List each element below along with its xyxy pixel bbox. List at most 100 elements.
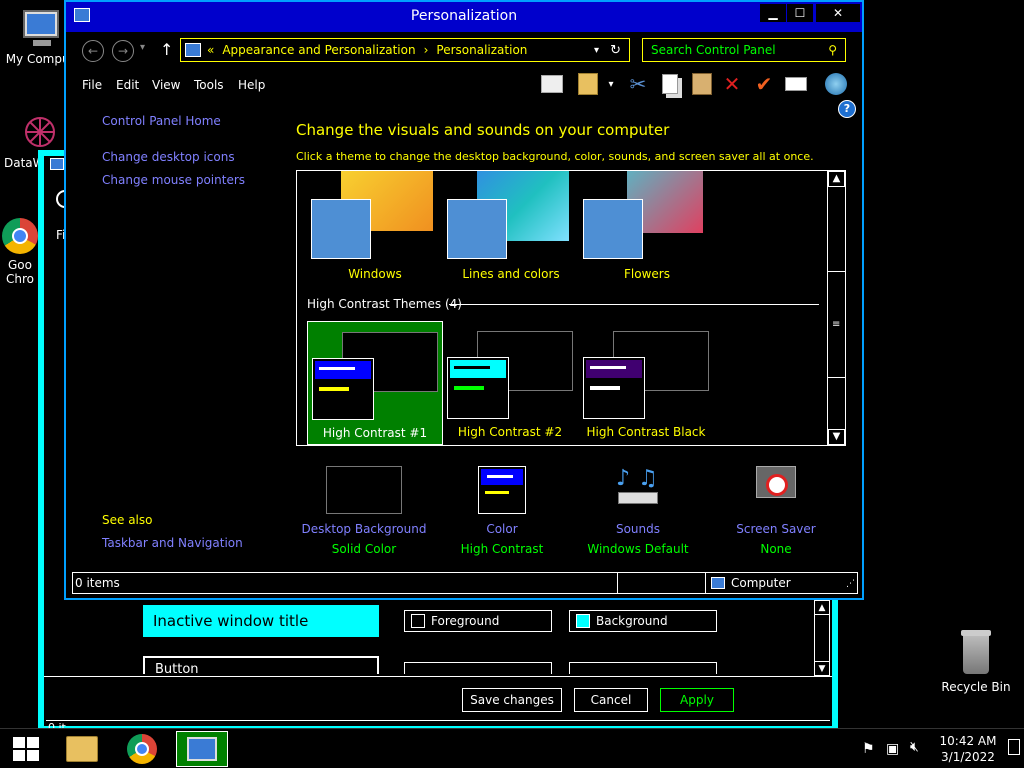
layout-icon[interactable] xyxy=(538,70,566,98)
theme-lines-and-colors[interactable]: Lines and colors xyxy=(441,171,581,289)
network-icon[interactable]: ▣ xyxy=(886,741,899,757)
address-dropdown-icon[interactable]: ▾ xyxy=(594,45,599,56)
theme-high-contrast-1[interactable]: High Contrast #1 xyxy=(307,321,443,445)
maximize-button[interactable]: ☐ xyxy=(787,4,813,22)
clock[interactable]: 10:42 AM 3/1/2022 xyxy=(936,733,1000,765)
hc-group-label: High Contrast Themes (4) xyxy=(307,297,462,311)
background-button[interactable]: Background xyxy=(569,610,717,632)
theme-list[interactable]: Windows Lines and colors Flowers High Co… xyxy=(296,170,846,446)
up-button[interactable]: ↑ xyxy=(160,40,173,59)
scroll-down-icon[interactable]: ▼ xyxy=(828,429,845,445)
foreground-button[interactable]: Foreground xyxy=(404,610,552,632)
title-bar[interactable]: Personalization ▁ ☐ ✕ xyxy=(66,2,862,32)
menu-tools[interactable]: Tools xyxy=(194,78,224,92)
desktop-icon-label: Recycle Bin xyxy=(941,680,1011,694)
close-button[interactable]: ✕ xyxy=(816,4,860,22)
apply-button[interactable]: Apply xyxy=(660,688,734,712)
theme-windows[interactable]: Windows xyxy=(305,171,445,289)
breadcrumb-personalization[interactable]: Personalization xyxy=(436,43,527,57)
theme-high-contrast-2[interactable]: High Contrast #2 xyxy=(443,321,579,445)
back-button[interactable]: ← xyxy=(82,40,104,62)
folder-options-icon[interactable] xyxy=(574,70,602,98)
forward-arrow-icon: → xyxy=(117,44,129,58)
taskbar-file-explorer[interactable] xyxy=(56,731,108,767)
theme-list-scrollbar[interactable]: ▲ ≡ ▼ xyxy=(827,171,845,445)
button-sample[interactable]: Button xyxy=(143,656,379,674)
background-label: Background xyxy=(596,614,668,628)
search-input[interactable]: Search Control Panel ⚲ xyxy=(642,38,846,62)
menu-view[interactable]: View xyxy=(152,78,180,92)
resize-grip-icon[interactable]: ⋰ xyxy=(846,579,855,589)
color-palette-icon xyxy=(583,199,643,259)
taskbar-control-panel[interactable] xyxy=(176,731,228,767)
windows-logo-icon xyxy=(13,737,39,761)
forward-button[interactable]: → xyxy=(112,40,134,62)
foreground-label: Foreground xyxy=(431,614,500,628)
cancel-button[interactable]: Cancel xyxy=(574,688,648,712)
inactive-title-sample[interactable]: Inactive window title xyxy=(143,605,379,637)
scroll-up-icon[interactable]: ▲ xyxy=(828,171,845,187)
theme-high-contrast-black[interactable]: High Contrast Black xyxy=(579,321,715,445)
scroll-thumb-grip-icon[interactable]: ≡ xyxy=(832,319,840,330)
recent-pages-dropdown[interactable]: ▾ xyxy=(140,42,145,53)
background-swatch xyxy=(576,614,590,628)
sidebar-control-panel-home[interactable]: Control Panel Home xyxy=(102,114,221,128)
save-changes-button[interactable]: Save changes xyxy=(462,688,562,712)
desktop-background-label: Desktop Background xyxy=(301,522,427,536)
taskbar-chrome[interactable] xyxy=(116,731,168,767)
chrome-icon xyxy=(127,734,157,764)
sounds-item[interactable]: ♪ ♫ Sounds Windows Default xyxy=(568,466,708,556)
sidebar-change-desktop-icons[interactable]: Change desktop icons xyxy=(102,150,235,164)
color-item[interactable]: Color High Contrast xyxy=(432,466,572,556)
volume-muted-icon[interactable]: 🔇︎ xyxy=(910,739,919,755)
foreground-button-2[interactable] xyxy=(404,662,552,674)
theme-label: High Contrast #1 xyxy=(322,426,428,440)
minimize-button[interactable]: ▁ xyxy=(760,4,786,22)
action-center-icon[interactable]: ⚑ xyxy=(862,741,875,757)
desktop-icon-recycle-bin[interactable]: Recycle Bin xyxy=(936,630,1016,694)
sidebar-taskbar-navigation[interactable]: Taskbar and Navigation xyxy=(102,536,243,550)
help-icon[interactable]: ? xyxy=(838,100,856,118)
copy-icon[interactable] xyxy=(656,70,684,98)
rename-icon[interactable] xyxy=(782,70,810,98)
sidebar-change-mouse-pointers[interactable]: Change mouse pointers xyxy=(102,173,245,187)
window-title: Personalization xyxy=(410,8,518,24)
desktop-background-item[interactable]: Desktop Background Solid Color xyxy=(294,466,434,556)
scroll-down-icon[interactable]: ▼ xyxy=(815,661,829,675)
see-also-heading: See also xyxy=(102,513,153,527)
dropdown-arrow-icon[interactable]: ▾ xyxy=(602,70,620,98)
globe-icon[interactable] xyxy=(822,70,850,98)
status-location: Computer xyxy=(731,576,791,590)
breadcrumb-appearance[interactable]: Appearance and Personalization xyxy=(222,43,415,57)
desktop-background-value: Solid Color xyxy=(331,542,397,556)
start-button[interactable] xyxy=(0,731,52,767)
theme-flowers[interactable]: Flowers xyxy=(577,171,717,289)
address-prefix[interactable]: « xyxy=(207,43,214,57)
sounds-value: Windows Default xyxy=(587,542,689,556)
back-window-icon xyxy=(50,158,64,170)
screen-saver-item[interactable]: Screen Saver None xyxy=(706,466,846,556)
notifications-icon[interactable] xyxy=(1008,739,1020,755)
menu-help[interactable]: Help xyxy=(238,78,265,92)
refresh-icon[interactable]: ↻ xyxy=(610,43,621,58)
search-icon[interactable]: ⚲ xyxy=(828,43,837,57)
personalization-window[interactable]: Personalization ▁ ☐ ✕ ← → ▾ ↑ « Appearan… xyxy=(64,0,864,600)
paste-icon[interactable] xyxy=(688,70,716,98)
theme-label: Lines and colors xyxy=(462,267,560,281)
control-panel-icon xyxy=(185,43,201,57)
desktop-icon-chrome[interactable]: Goo Chro xyxy=(0,218,40,286)
desktop-icon-label: Goo xyxy=(8,258,32,272)
scroll-up-icon[interactable]: ▲ xyxy=(815,601,829,615)
clock-date: 3/1/2022 xyxy=(941,750,995,764)
delete-icon[interactable]: ✕ xyxy=(718,70,746,98)
properties-icon[interactable]: ✔ xyxy=(750,70,778,98)
back-arrow-icon: ← xyxy=(87,44,99,58)
cut-icon[interactable]: ✂ xyxy=(624,70,652,98)
color-palette-icon xyxy=(311,199,371,259)
address-bar[interactable]: « Appearance and Personalization › Perso… xyxy=(180,38,630,62)
background-button-2[interactable] xyxy=(569,662,717,674)
back-scrollbar[interactable]: ▲ ▼ xyxy=(814,600,830,676)
menu-edit[interactable]: Edit xyxy=(116,78,139,92)
menu-file[interactable]: File xyxy=(82,78,102,92)
page-subtitle: Click a theme to change the desktop back… xyxy=(296,150,814,163)
